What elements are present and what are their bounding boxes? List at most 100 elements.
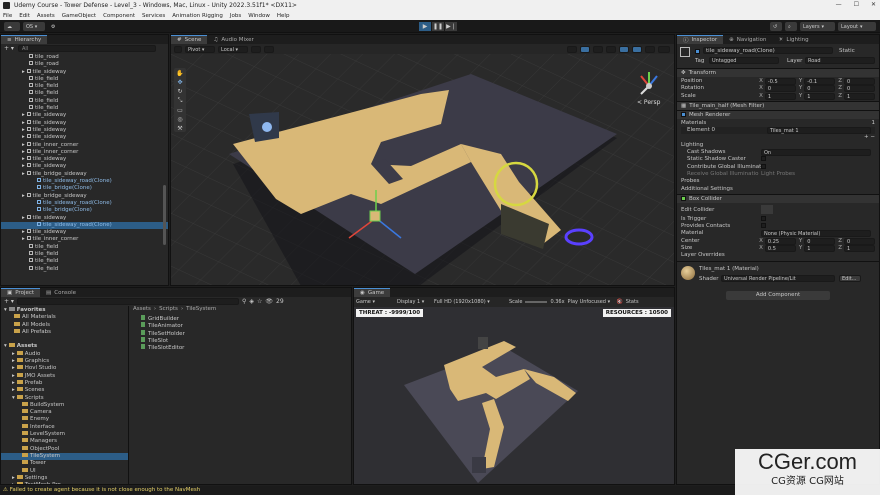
edit-collider-button[interactable] — [761, 204, 773, 214]
project-tree-item[interactable] — [1, 336, 128, 343]
add-component-button[interactable]: Add Component — [726, 290, 830, 300]
project-tree-item[interactable]: ▸ JMO Assets — [1, 372, 128, 380]
hierarchy-item[interactable]: tile_road — [1, 54, 168, 61]
expand-arrow-icon[interactable]: ▾ — [12, 395, 15, 401]
contribute-gi-checkbox[interactable] — [761, 163, 766, 169]
menu-item[interactable]: Help — [277, 13, 290, 19]
tab-scene[interactable]: # Scene — [171, 35, 208, 44]
menu-item[interactable]: Edit — [19, 13, 30, 19]
hierarchy-item[interactable]: ▸ tile_sideway — [1, 156, 168, 163]
vector3-y-input[interactable]: 1 — [804, 245, 836, 253]
lighting-toggle-icon[interactable] — [593, 45, 603, 53]
camera-settings-icon[interactable] — [645, 45, 655, 53]
layer-overrides-foldout[interactable]: Layer Overrides — [681, 252, 875, 259]
close-button[interactable]: ✕ — [871, 1, 876, 8]
step-button[interactable]: ▶❘ — [445, 22, 457, 31]
menu-item[interactable]: Window — [248, 13, 270, 19]
box-collider-header[interactable]: Box Collider — [677, 193, 879, 203]
hidden-objects-icon[interactable] — [632, 45, 642, 53]
gizmos-icon[interactable] — [658, 45, 670, 53]
hierarchy-item[interactable]: tile_field — [1, 243, 168, 251]
rotate-tool-icon[interactable]: ↻ — [177, 88, 182, 95]
layer-dropdown[interactable]: Road — [805, 57, 875, 64]
project-tree-item[interactable]: ▸ Settings — [1, 474, 128, 482]
hierarchy-item[interactable]: ▸ tile_bridge_sideway — [1, 192, 168, 200]
mesh-renderer-header[interactable]: Mesh Renderer — [677, 109, 879, 119]
hierarchy-item[interactable]: ▸ tile_inner_corner — [1, 148, 168, 156]
tab-project[interactable]: ▣ Project — [1, 288, 41, 297]
project-tree-item[interactable]: ▸ Scenes — [1, 387, 128, 394]
project-tree-item[interactable]: Camera — [1, 409, 128, 416]
game-viewport[interactable] — [354, 307, 675, 485]
hierarchy-item[interactable]: tile_sideway_road(Clone) — [1, 178, 168, 185]
minimize-button[interactable]: — — [836, 1, 842, 8]
resolution-dropdown[interactable]: Full HD (1920x1080) ▾ — [434, 299, 506, 305]
vector3-y-input[interactable]: 0 — [804, 237, 836, 245]
project-tree-item[interactable]: BuildSystem — [1, 401, 128, 409]
box-collider-checkbox[interactable] — [681, 196, 686, 202]
account-dropdown[interactable]: OS ▾ — [23, 22, 45, 31]
element0-field[interactable]: Tiles_mat 1 — [767, 127, 871, 135]
project-tree-item[interactable]: All Prefabs — [1, 328, 128, 336]
script-file[interactable]: GridBuilder — [141, 315, 341, 322]
menu-item[interactable]: Jobs — [230, 13, 241, 19]
project-tree-item[interactable]: All Models — [1, 321, 128, 329]
vector3-z-input[interactable]: 1 — [844, 92, 875, 100]
scale-tool-icon[interactable]: ⤡ — [178, 97, 183, 105]
vector3-z-input[interactable]: 0 — [844, 85, 875, 93]
layers-dropdown[interactable]: Layers ▾ — [800, 22, 835, 31]
transform-tool-icon[interactable]: ◎ — [177, 116, 182, 123]
filter-icon[interactable]: ⚲ — [242, 298, 246, 305]
project-tree-item[interactable]: ObjectPool — [1, 445, 128, 453]
script-file[interactable]: TileAnimator — [141, 322, 341, 329]
custom-tool-icon[interactable]: ⚒ — [177, 125, 182, 132]
expand-arrow-icon[interactable]: ▸ — [12, 380, 15, 386]
transform-header[interactable]: ✥ Transform — [677, 68, 879, 77]
label-icon[interactable]: ◈ — [249, 298, 254, 305]
project-tree-item[interactable]: All Materials — [1, 314, 128, 321]
project-tree-item[interactable]: Tower — [1, 460, 128, 467]
expand-arrow-icon[interactable]: ▸ — [12, 387, 15, 393]
breadcrumb-scripts[interactable]: Scripts — [159, 306, 178, 314]
materials-label[interactable]: Materials — [681, 120, 706, 127]
tab-game[interactable]: ◉ Game — [354, 288, 391, 297]
static-shadow-caster-checkbox[interactable] — [761, 156, 766, 162]
shader-dropdown[interactable]: Universal Render Pipeline/Lit — [721, 274, 835, 282]
hierarchy-item[interactable]: tile_field — [1, 75, 168, 83]
project-tree-item[interactable]: ▸ Graphics — [1, 358, 128, 365]
script-file[interactable]: TileSetHolder — [141, 329, 341, 337]
edit-shader-button[interactable]: Edit... — [839, 274, 861, 282]
expand-arrow-icon[interactable]: ▸ — [12, 358, 15, 364]
pause-button[interactable]: ❚❚ — [432, 22, 444, 31]
hierarchy-item[interactable]: tile_road — [1, 61, 168, 68]
hierarchy-item[interactable]: tile_sideway_road(Clone) — [1, 199, 168, 207]
vector3-x-input[interactable]: 0.5 — [764, 245, 796, 253]
lighting-foldout[interactable]: Lighting — [681, 142, 875, 149]
project-tree-item[interactable]: ▸ Audio — [1, 350, 128, 358]
hierarchy-item[interactable]: tile_bridge(Clone) — [1, 207, 168, 214]
menu-item[interactable]: GameObject — [62, 13, 96, 19]
layout-dropdown[interactable]: Layout ▾ — [838, 22, 876, 31]
vector3-y-input[interactable]: 1 — [804, 92, 836, 100]
hierarchy-item[interactable]: ▸ tile_sideway — [1, 229, 168, 236]
maximize-button[interactable]: ☐ — [854, 1, 859, 8]
expand-arrow-icon[interactable]: ▾ — [4, 343, 7, 349]
game-mode-dropdown[interactable]: Game ▾ — [356, 299, 394, 305]
hierarchy-item[interactable]: tile_bridge(Clone) — [1, 185, 168, 192]
hierarchy-item[interactable]: tile_field — [1, 105, 168, 112]
hierarchy-item[interactable]: ▸ tile_sideway — [1, 68, 168, 76]
snap-increment-icon[interactable] — [264, 45, 274, 53]
local-dropdown[interactable]: Local ▾ — [218, 45, 248, 53]
hierarchy-item[interactable]: tile_field — [1, 97, 168, 105]
grid-snap-icon[interactable] — [251, 45, 261, 53]
material-field[interactable]: None (Physic Material) — [761, 230, 871, 238]
tag-dropdown[interactable]: Untagged — [709, 57, 779, 64]
vector3-x-input[interactable]: 0 — [764, 85, 796, 93]
play-button[interactable]: ▶ — [419, 22, 431, 31]
script-file[interactable]: TileSlotEditor — [141, 344, 341, 351]
add-icon[interactable]: + ▾ — [4, 45, 14, 52]
static-toggle[interactable]: Static — [839, 48, 855, 54]
gizmo-center[interactable] — [369, 210, 381, 222]
perspective-label[interactable]: < Persp — [637, 99, 661, 106]
breadcrumb-tilesystem[interactable]: TileSystem — [186, 306, 216, 314]
